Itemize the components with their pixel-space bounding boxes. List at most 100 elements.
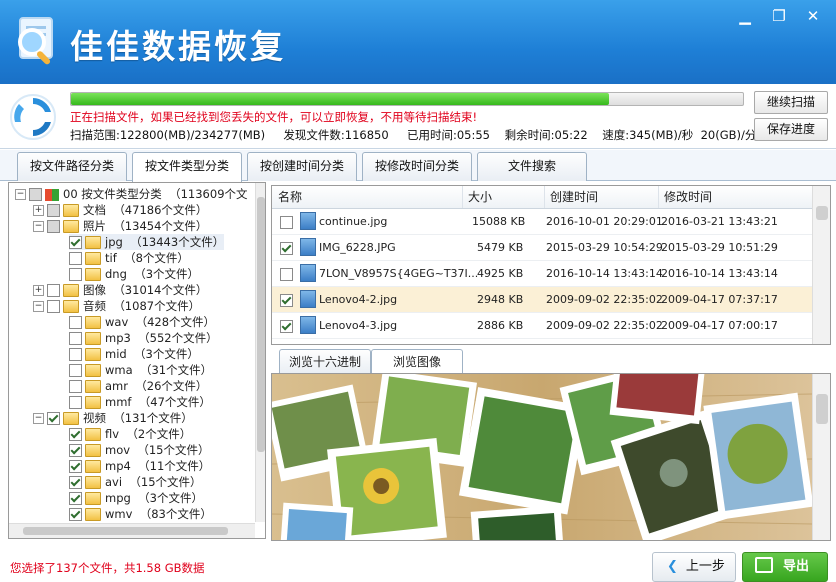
- checkbox[interactable]: [280, 267, 293, 281]
- table-row-selected[interactable]: Lenovo4-2.jpg 2948 KB 2009-09-02 22:35:0…: [272, 287, 812, 313]
- expand-icon[interactable]: +: [33, 285, 44, 296]
- tree-item-documents[interactable]: + 文档 （47186个文件）: [33, 202, 207, 218]
- tab-image-view[interactable]: 浏览图像: [371, 349, 463, 374]
- collapse-icon[interactable]: −: [33, 221, 44, 232]
- tree-item-mov[interactable]: mov （15个文件）: [69, 442, 210, 458]
- tree-item-mp3[interactable]: mp3 （552个文件）: [69, 330, 218, 346]
- table-row[interactable]: 7LON_V8957S{4GEG~T37I... 4925 KB 2016-10…: [272, 261, 812, 287]
- table-row[interactable]: continue.jpg 15088 KB 2016-10-01 20:29:0…: [272, 209, 812, 235]
- speed-value: 345(MB)/秒: [629, 128, 694, 142]
- tree-item-amr[interactable]: amr （26个文件）: [69, 378, 207, 394]
- tree-item-mmf[interactable]: mmf （47个文件）: [69, 394, 211, 410]
- tree-item-mp4[interactable]: mp4 （11个文件）: [69, 458, 210, 474]
- file-size: 2886 KB: [477, 319, 524, 332]
- checkbox[interactable]: [47, 284, 60, 297]
- tab-file-search[interactable]: 文件搜索: [477, 152, 587, 181]
- tab-by-path[interactable]: 按文件路径分类: [17, 152, 127, 181]
- tree-item-label: dng: [105, 267, 127, 281]
- table-row[interactable]: Lenovo4-3.jpg 2886 KB 2009-09-02 22:35:0…: [272, 313, 812, 339]
- tab-hex-view[interactable]: 浏览十六进制: [279, 349, 371, 374]
- tree-item-count: （26个文件）: [135, 379, 208, 393]
- tree-item-count: （13454个文件）: [113, 219, 208, 233]
- checkbox[interactable]: [69, 380, 82, 393]
- collapse-icon[interactable]: −: [33, 301, 44, 312]
- tab-by-created-time[interactable]: 按创建时间分类: [247, 152, 357, 181]
- checkbox[interactable]: [47, 204, 60, 217]
- tab-by-type[interactable]: 按文件类型分类: [132, 152, 242, 182]
- checkbox[interactable]: [280, 293, 293, 307]
- tree-item-count: （83个文件）: [139, 507, 212, 521]
- preview-scrollbar[interactable]: [812, 374, 830, 540]
- scroll-thumb[interactable]: [816, 206, 828, 220]
- tree-item-wmv[interactable]: wmv （83个文件）: [69, 506, 212, 522]
- tree-item-mid[interactable]: mid （3个文件）: [69, 346, 199, 362]
- checkbox[interactable]: [29, 188, 42, 201]
- continue-scan-button[interactable]: 继续扫描: [754, 91, 828, 114]
- checkbox[interactable]: [69, 476, 82, 489]
- tab-by-modified-time[interactable]: 按修改时间分类: [362, 152, 472, 181]
- tree-item-jpg[interactable]: jpg （13443个文件）: [69, 234, 225, 250]
- minimize-button[interactable]: ▁: [730, 4, 760, 28]
- tree-item-count: （3个文件）: [138, 491, 203, 505]
- tree-item-flv[interactable]: flv （2个文件）: [69, 426, 191, 442]
- checkbox[interactable]: [47, 220, 60, 233]
- tree-item-label: flv: [105, 427, 120, 441]
- maximize-button[interactable]: ❐: [764, 4, 794, 28]
- tree-item-avi[interactable]: avi （15个文件）: [69, 474, 202, 490]
- checkbox[interactable]: [69, 508, 82, 521]
- checkbox[interactable]: [47, 300, 60, 313]
- tree-item-images[interactable]: + 图像 （31014个文件）: [33, 282, 207, 298]
- column-header-name[interactable]: 名称: [272, 186, 463, 208]
- file-list-scrollbar[interactable]: [812, 186, 830, 344]
- tree-item-count: （8个文件）: [124, 251, 189, 265]
- checkbox[interactable]: [280, 319, 293, 333]
- checkbox[interactable]: [69, 460, 82, 473]
- checkbox[interactable]: [69, 348, 82, 361]
- tree-item-photos[interactable]: − 照片 （13454个文件）: [33, 218, 207, 234]
- tree-item-dng[interactable]: dng （3个文件）: [69, 266, 199, 282]
- checkbox[interactable]: [69, 236, 82, 249]
- tree-item-video[interactable]: − 视频 （131个文件）: [33, 410, 193, 426]
- checkbox[interactable]: [280, 241, 293, 255]
- expand-icon[interactable]: +: [33, 205, 44, 216]
- close-button[interactable]: ✕: [798, 4, 828, 28]
- scan-progress-bar: [70, 92, 744, 106]
- scroll-thumb[interactable]: [816, 394, 828, 424]
- tree-item-label: mid: [105, 347, 127, 361]
- tree-vertical-scrollbar[interactable]: [255, 183, 265, 522]
- save-progress-button[interactable]: 保存进度: [754, 118, 828, 141]
- tree-item-count: （1087个文件）: [113, 299, 201, 313]
- tree-item-mpg[interactable]: mpg （3个文件）: [69, 490, 203, 506]
- scroll-thumb[interactable]: [257, 197, 265, 452]
- checkbox[interactable]: [69, 364, 82, 377]
- tree-item-tif[interactable]: tif （8个文件）: [69, 250, 189, 266]
- checkbox[interactable]: [69, 332, 82, 345]
- tree-item-count: （47个文件）: [138, 395, 211, 409]
- checkbox[interactable]: [69, 268, 82, 281]
- tree-item-wma[interactable]: wma （31个文件）: [69, 362, 212, 378]
- folder-icon: [85, 428, 101, 441]
- collapse-icon[interactable]: −: [15, 189, 26, 200]
- checkbox[interactable]: [69, 252, 82, 265]
- column-header-modified[interactable]: 修改时间: [658, 186, 813, 208]
- checkbox[interactable]: [280, 215, 293, 229]
- folder-icon: [85, 444, 101, 457]
- column-header-size[interactable]: 大小: [462, 186, 545, 208]
- file-modified: 2015-03-29 10:51:29: [661, 241, 778, 254]
- checkbox[interactable]: [69, 316, 82, 329]
- column-header-created[interactable]: 创建时间: [544, 186, 659, 208]
- tree-item-root[interactable]: − 00 按文件类型分类 （113609个文: [15, 186, 248, 202]
- checkbox[interactable]: [47, 412, 60, 425]
- windows-flag-icon: [45, 188, 59, 201]
- tree-item-wav[interactable]: wav （428个文件）: [69, 314, 215, 330]
- checkbox[interactable]: [69, 492, 82, 505]
- tree-item-count: （13443个文件）: [130, 235, 225, 249]
- checkbox[interactable]: [69, 396, 82, 409]
- scroll-thumb[interactable]: [23, 527, 228, 535]
- table-row[interactable]: IMG_6228.JPG 5479 KB 2015-03-29 10:54:29…: [272, 235, 812, 261]
- checkbox[interactable]: [69, 444, 82, 457]
- tree-horizontal-scrollbar[interactable]: [9, 523, 255, 538]
- collapse-icon[interactable]: −: [33, 413, 44, 424]
- checkbox[interactable]: [69, 428, 82, 441]
- tree-item-audio[interactable]: − 音频 （1087个文件）: [33, 298, 200, 314]
